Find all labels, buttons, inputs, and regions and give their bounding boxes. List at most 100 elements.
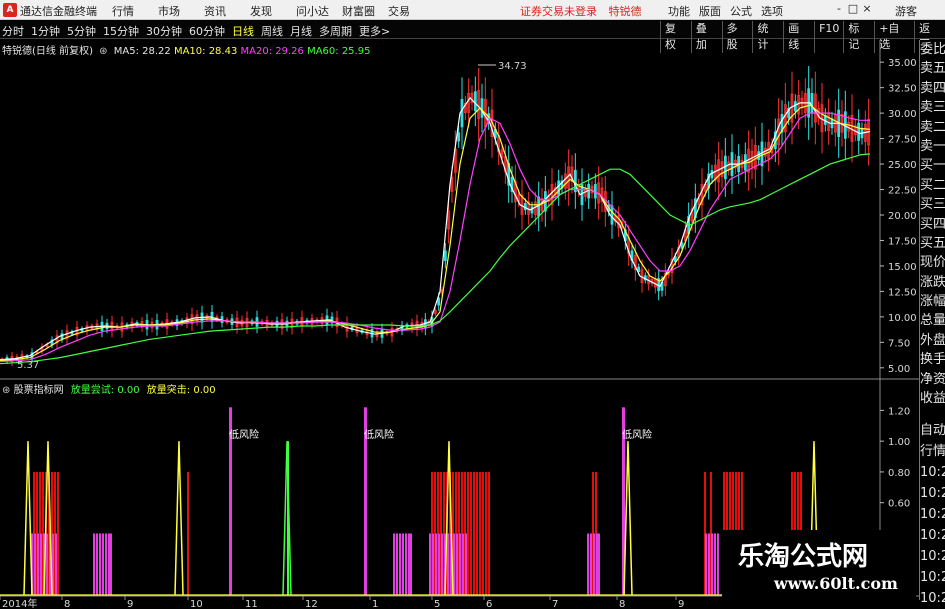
indicator-bar [93, 533, 95, 595]
indicator-bar [714, 533, 716, 595]
indicator-bar [598, 533, 600, 595]
tick-label-2[interactable]: 10:2 [920, 462, 945, 483]
candle-body [473, 91, 477, 112]
time-tick-label: 9 [678, 599, 684, 609]
quote-label-12[interactable]: 涨跌 [920, 273, 945, 292]
quote-label-13[interactable]: 涨幅 [920, 292, 945, 311]
settings-icon[interactable]: ⊛ [99, 46, 107, 57]
watermark-title: 乐淘公式网 [738, 542, 869, 572]
indicator-bar [441, 533, 443, 595]
indicator-bar [465, 533, 467, 595]
ma10-value: MA10: 28.43 [173, 46, 238, 57]
stock-name: 特锐德(日线 前复权) [2, 46, 93, 57]
indicator-bar [488, 471, 490, 595]
price-tick-label: 7.50 [888, 338, 910, 349]
time-tick-label: 2014年 [2, 597, 37, 609]
time-tick-label: 6 [486, 599, 492, 609]
quote-label-10[interactable]: 买五 [920, 234, 945, 253]
watermark-url: www.60lt.com [774, 574, 898, 593]
quote-label-7[interactable]: 买二 [920, 176, 945, 195]
indicator-bar [432, 533, 434, 595]
indicator-bar [459, 533, 461, 595]
time-tick-label: 5 [434, 599, 440, 609]
quote-label-11[interactable]: 现价 [920, 253, 945, 272]
indicator-bar [108, 533, 110, 595]
candle-body [460, 98, 464, 128]
price-tick-label: 32.50 [888, 84, 917, 95]
time-tick-label: 1 [372, 599, 378, 609]
tick-label-0[interactable]: 自动 [920, 420, 945, 441]
kline-chart[interactable]: 5.00 7.50 10.00 12.50 15.00 17.50 20.00 22.50 25… [0, 0, 945, 609]
indicator-bar [110, 533, 112, 595]
quote-label-9[interactable]: 买四 [920, 215, 945, 234]
candle-body [587, 184, 591, 199]
price-tick-label: 35.00 [888, 58, 917, 69]
quote-label-4[interactable]: 卖二 [920, 118, 945, 137]
tick-label-7[interactable]: 10:2 [920, 567, 945, 588]
low-risk-label: 低风险 [364, 428, 394, 441]
price-tick-label: 30.00 [888, 109, 917, 120]
settings-icon[interactable]: ⊛ [2, 385, 10, 396]
indicator-bar [57, 471, 59, 595]
quote-label-6[interactable]: 买一 [920, 156, 945, 175]
indicator-header: ⊛ 股票指标网 放量尝试: 0.00 放量突击: 0.00 [2, 381, 216, 396]
quote-label-0[interactable]: 委比 [920, 40, 945, 59]
indicator-bar [102, 533, 104, 595]
indicator-bar [705, 533, 707, 595]
quote-label-8[interactable]: 买三 [920, 195, 945, 214]
indicator-bar [99, 533, 101, 595]
quote-label-16[interactable]: 换手 [920, 350, 945, 369]
indicator-tick-label: 0.80 [888, 468, 910, 479]
tick-label-4[interactable]: 10:2 [920, 504, 945, 525]
indicator-value-1: 放量尝试: 0.00 [70, 385, 140, 396]
indicator-value-2: 放量突击: 0.00 [146, 385, 216, 396]
quote-label-14[interactable]: 总量 [920, 311, 945, 330]
tick-label-3[interactable]: 10:2 [920, 483, 945, 504]
indicator-bar [410, 533, 412, 595]
indicator-bar [435, 533, 437, 595]
candle-body [810, 93, 814, 113]
candle-body [793, 101, 797, 112]
time-tick-label: 8 [619, 599, 625, 609]
indicator-bar [462, 533, 464, 595]
ma5-value: MA5: 28.22 [113, 46, 171, 57]
indicator-bar [447, 533, 449, 595]
indicator-bar [40, 533, 42, 595]
indicator-tick-label: 0.60 [888, 499, 910, 510]
tick-label-1[interactable]: 行情 [920, 441, 945, 462]
time-tick-label: 7 [552, 599, 558, 609]
indicator-bar [55, 533, 57, 595]
indicator-bar [396, 533, 398, 595]
quote-label-1[interactable]: 卖五 [920, 59, 945, 78]
quote-label-5[interactable]: 卖一 [920, 137, 945, 156]
price-tick-label: 22.50 [888, 186, 917, 197]
tick-label-8[interactable]: 10:2 [920, 588, 945, 609]
indicator-bar [399, 533, 401, 595]
ma20-value: MA20: 29.26 [240, 46, 304, 57]
quote-label-15[interactable]: 外盘 [920, 331, 945, 350]
indicator-tick-label: 1.20 [888, 406, 910, 417]
tick-label-6[interactable]: 10:2 [920, 546, 945, 567]
price-annotation: 34.73 [498, 61, 527, 72]
quote-label-17[interactable]: 净资 [920, 370, 945, 389]
time-tick-label: 11 [245, 599, 258, 609]
price-tick-label: 27.50 [888, 135, 917, 146]
indicator-bar [34, 533, 36, 595]
indicator-bar [473, 471, 475, 595]
candle-body [457, 132, 461, 142]
quote-label-3[interactable]: 卖三 [920, 98, 945, 117]
indicator-bar [590, 533, 592, 595]
indicator-name[interactable]: 股票指标网 [14, 385, 64, 396]
candle-body [610, 205, 614, 225]
indicator-bar [708, 533, 710, 595]
quote-label-18[interactable]: 收益 [920, 389, 945, 408]
quote-label-2[interactable]: 卖四 [920, 79, 945, 98]
tick-label-5[interactable]: 10:2 [920, 525, 945, 546]
price-tick-label: 15.00 [888, 262, 917, 273]
indicator-bar [438, 533, 440, 595]
indicator-bar [37, 533, 39, 595]
low-risk-label: 低风险 [229, 428, 259, 441]
quote-panel: 委比 卖五 卖四 卖三 卖二 卖一 买一 买二 买三 买四 买五 现价 涨跌 涨幅 总量 外盘 换手 净资 收益 [919, 40, 945, 420]
price-annotation: 5.37 [17, 360, 39, 371]
main-chart-header: 特锐德(日线 前复权) ⊛ MA5: 28.22 MA10: 28.43 MA2… [2, 42, 370, 57]
